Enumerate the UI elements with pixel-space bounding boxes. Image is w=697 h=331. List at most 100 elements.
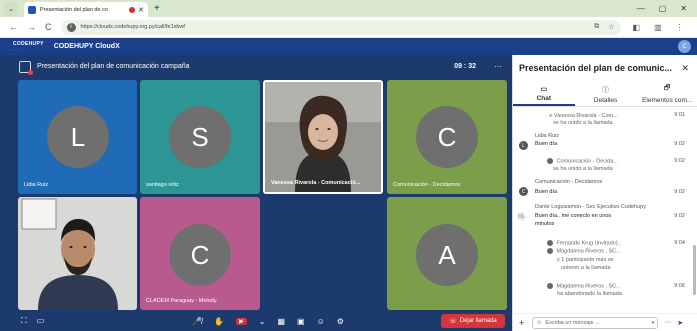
sender-avatar: DL <box>517 212 526 221</box>
meeting-calendar-icon <box>19 60 33 75</box>
participant-name: Lidia Ruiz <box>24 182 49 188</box>
layout-icon[interactable]: ▭ <box>37 316 45 326</box>
close-panel-icon[interactable]: ✕ <box>681 63 689 74</box>
reload-button[interactable]: C <box>45 22 52 32</box>
message-text: Buen día <box>535 141 558 147</box>
message-time: 9:02 <box>674 141 685 147</box>
site-info-icon[interactable]: i <box>66 22 76 32</box>
close-window-button[interactable]: ✕ <box>680 4 687 13</box>
leave-call-button[interactable]: ☏ Dejar llamada <box>441 314 505 328</box>
recording-indicator-icon <box>129 6 136 13</box>
browser-menu-icon[interactable]: ⋮ <box>676 23 684 32</box>
sender-avatar: C <box>519 187 528 196</box>
meeting-toolbar: ⛶ ▭ 🎤̸ ✋ ▶̸ ⌄ ▦ ▣ ☺ ⚙ ☏ Dejar llamada <box>0 311 512 331</box>
present-icon[interactable]: ▣ <box>297 317 305 326</box>
sidebar-icon[interactable]: ▥ <box>654 23 662 32</box>
composer-more-icon[interactable]: ··· <box>664 319 671 326</box>
participant-initial-avatar: C <box>169 224 231 286</box>
browser-tab-bar: ⌄ Presentación del plan de co ✕ + — ▢ ✕ <box>0 0 697 17</box>
url-text[interactable]: https://cloudx.codehupy.org.py/call/fe1x… <box>81 24 595 30</box>
fullscreen-icon[interactable]: ⛶ <box>21 316 27 326</box>
screen-share-icon[interactable]: ▦ <box>277 317 285 326</box>
system-message-text: se ha unido a la llamada <box>553 166 613 172</box>
chat-scrollbar-thumb[interactable] <box>693 245 696 295</box>
tab-chat[interactable]: ▭ Chat <box>513 82 575 106</box>
message-time: 9:01 <box>674 112 685 118</box>
cast-icon[interactable]: ⧉ <box>594 23 599 31</box>
chevron-down-icon[interactable]: ▾ <box>652 320 655 326</box>
meeting-side-panel: Presentación del plan de comunic... ✕ ▭ … <box>512 55 697 331</box>
message-time: 9:04 <box>674 240 685 246</box>
sender-avatar: L <box>519 141 528 150</box>
close-tab-icon[interactable]: ✕ <box>138 6 144 14</box>
browser-tab[interactable]: Presentación del plan de co ✕ <box>24 2 148 17</box>
participant-name: CLADEM Paraguay - Melody <box>146 298 217 304</box>
forward-button[interactable]: → <box>27 22 36 32</box>
send-icon[interactable]: ➤ <box>677 319 683 327</box>
message-text: Buen día <box>535 189 558 195</box>
maximize-window-button[interactable]: ▢ <box>659 4 667 13</box>
participant-dot-icon <box>547 240 553 246</box>
participant-tile[interactable]: C Comunicación - Decidamos <box>387 80 507 194</box>
window-controls: — ▢ ✕ <box>637 4 687 13</box>
panel-title: Presentación del plan de comunic... <box>519 63 673 73</box>
message-time: 9:02 <box>674 189 685 195</box>
chat-composer: + ☺ Escriba un mensaje ... ▾ ··· ➤ <box>513 313 697 331</box>
leave-call-label: Dejar llamada <box>459 318 497 324</box>
bookmark-star-icon[interactable]: ☆ <box>608 23 614 31</box>
system-message-text: se ha unido a la llamada <box>553 120 613 126</box>
browser-address-bar: ← → C i https://cloudx.codehupy.org.py/c… <box>0 17 697 38</box>
message-time: 9:06 <box>674 283 685 289</box>
extensions-icon[interactable]: ◧ <box>633 23 641 32</box>
meeting-header: Presentación del plan de comunicación ca… <box>0 55 512 78</box>
new-tab-button[interactable]: + <box>154 3 160 14</box>
participant-name: santiago ortiz <box>146 182 179 188</box>
attach-plus-icon[interactable]: + <box>519 318 524 328</box>
system-message-text: y 1 participante más se <box>557 257 614 263</box>
meeting-more-icon[interactable]: ··· <box>494 62 502 71</box>
settings-gear-icon[interactable]: ⚙ <box>337 317 344 326</box>
chat-bubble-icon: ▭ <box>540 85 548 93</box>
url-omnibox[interactable]: i https://cloudx.codehupy.org.py/call/fe… <box>60 19 621 35</box>
back-button[interactable]: ← <box>9 22 18 32</box>
user-avatar[interactable]: C <box>678 40 691 53</box>
system-message-text: unieron a la llamada <box>561 265 611 271</box>
message-text: minutos <box>535 221 555 227</box>
codehupy-logo: CODEHUPY ···· <box>13 40 44 51</box>
minimize-window-button[interactable]: — <box>637 4 645 13</box>
chat-message-list[interactable]: ✉ Vanessa Rivarola - Com... 9:01 se ha u… <box>513 108 691 312</box>
participant-dot-icon <box>547 283 553 289</box>
app-header: CODEHUPY ···· CODEHUPY CloudX C <box>0 38 697 55</box>
message-sender: Comunicación - Decidamos <box>535 179 603 185</box>
participant-video-feed <box>18 197 137 310</box>
message-sender: Lidia Ruiz <box>535 133 560 139</box>
system-message: Magdalena Riveros , SC... <box>547 248 687 256</box>
tab-shared-items[interactable]: 🗗 Elementos com... <box>636 82 697 106</box>
chat-message-input[interactable]: ☺ Escriba un mensaje ... ▾ <box>532 316 659 329</box>
tab-details[interactable]: ⓘ Detalles <box>575 82 637 106</box>
reactions-icon[interactable]: ☺ <box>317 317 325 326</box>
omnibox-actions: ⧉ ☆ <box>594 23 614 31</box>
shared-items-icon: 🗗 <box>663 85 671 92</box>
browser-tab-title: Presentación del plan de co <box>40 6 108 13</box>
site-favicon-icon <box>28 5 36 14</box>
participant-tile[interactable]: L Lidia Ruiz <box>18 80 137 194</box>
chevron-down-icon: ⌄ <box>8 5 14 13</box>
app-title: CODEHUPY CloudX <box>53 43 120 50</box>
participant-initial-avatar: S <box>169 106 231 168</box>
emoji-icon[interactable]: ☺ <box>536 320 542 326</box>
participant-video-tile[interactable] <box>18 197 137 310</box>
meeting-stage: Presentación del plan de comunicación ca… <box>0 55 512 331</box>
phone-hangup-icon: ☏ <box>449 318 457 325</box>
microphone-muted-icon[interactable]: 🎤̸ <box>192 317 202 326</box>
participant-tile[interactable]: S santiago ortiz <box>140 80 260 194</box>
camera-options-chevron-icon[interactable]: ⌄ <box>259 317 266 326</box>
participant-tile[interactable]: C CLADEM Paraguay - Melody <box>140 197 260 310</box>
tab-search-button[interactable]: ⌄ <box>4 1 18 16</box>
raise-hand-icon[interactable]: ✋ <box>214 317 224 326</box>
participant-video-tile-active-speaker[interactable]: Vanessa Rivarola - Comunicació... <box>263 80 383 194</box>
participant-tile[interactable]: A <box>387 197 507 310</box>
camera-off-button[interactable]: ▶̸ <box>236 317 247 325</box>
system-message: Fernando Krug (Invitado) , <box>547 240 687 248</box>
meeting-timer: 09 : 32 <box>454 63 476 70</box>
